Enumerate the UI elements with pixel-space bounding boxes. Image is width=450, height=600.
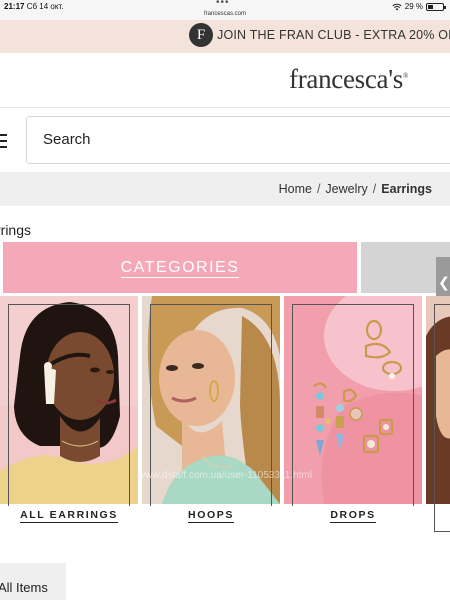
card-frame [8,304,130,532]
category-card-all-earrings[interactable]: ALL EARRINGS [0,296,138,540]
more-dots-icon[interactable]: ••• [216,0,230,8]
search-row [0,108,450,172]
category-card-hoops[interactable]: HOOPS [142,296,280,540]
page-title: rrings [0,222,32,238]
category-label-all-earrings: ALL EARRINGS [8,506,130,532]
status-time: 21:17 Сб 14 окт. [4,2,64,11]
search-input[interactable] [43,131,423,148]
category-card-partial[interactable] [426,296,450,540]
status-indicators: 29 % [392,2,446,11]
site-header: francesca's® [0,53,450,108]
category-label-hoops: HOOPS [150,506,272,532]
promo-banner[interactable]: F JOIN THE FRAN CLUB - EXTRA 20% OFF F [0,20,450,53]
battery-percent: 29 % [404,2,423,11]
breadcrumb-earrings: Earrings [381,182,432,196]
fran-club-logo-icon: F [189,23,213,47]
breadcrumb-bar: Home / Jewelry / Earrings [0,172,450,206]
all-items-button[interactable]: All Items [0,563,66,600]
wifi-icon [392,3,402,10]
card-frame [292,304,414,532]
card-frame [434,304,450,532]
url-label[interactable]: francescas.com [0,11,450,17]
francescas-logo[interactable]: francesca's® [289,64,408,95]
breadcrumb: Home / Jewelry / Earrings [279,182,432,196]
promo-text[interactable]: JOIN THE FRAN CLUB - EXTRA 20% OFF F [217,28,450,42]
search-box[interactable] [26,116,450,164]
hamburger-menu-icon[interactable] [0,134,7,148]
tab-categories-label: CATEGORIES [120,259,240,278]
breadcrumb-jewelry[interactable]: Jewelry [325,182,367,196]
tab-categories[interactable]: CATEGORIES [3,242,357,293]
status-bar: 21:17 Сб 14 окт. ••• francescas.com 29 % [0,0,450,20]
breadcrumb-home[interactable]: Home [279,182,312,196]
breadcrumb-separator: / [372,182,377,196]
category-label-drops: DROPS [292,506,414,532]
card-frame [150,304,272,532]
battery-icon [426,2,446,11]
category-card-drops[interactable]: DROPS [284,296,422,540]
all-items-label: All Items [0,580,48,595]
breadcrumb-separator: / [316,182,321,196]
